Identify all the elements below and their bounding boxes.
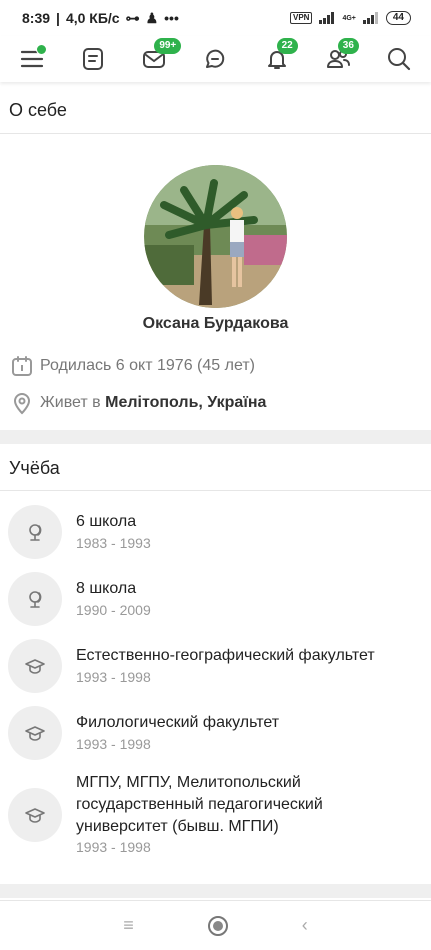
avatar[interactable] <box>144 165 287 308</box>
edu-name: МГПУ, МГПУ, Мелитопольский государственн… <box>76 774 323 835</box>
edu-icon-wrapper <box>8 706 62 760</box>
section-gap <box>0 884 431 898</box>
home-icon <box>212 920 223 931</box>
chat-icon <box>206 49 225 68</box>
status-more: ••• <box>164 10 179 26</box>
edu-years: 1993 - 1998 <box>76 669 151 685</box>
person-icon: ♟ <box>145 9 159 26</box>
location-prefix: Живет в <box>40 394 106 411</box>
feed-button[interactable] <box>75 41 111 77</box>
education-item-3[interactable]: Филологический факультет 1993 - 1998 <box>0 706 431 766</box>
status-right: VPN 4G+ 44 <box>289 11 411 25</box>
messages-badge: 99+ <box>154 38 182 54</box>
graduation-cap-icon <box>25 659 45 674</box>
status-speed: 4,0 КБ/с <box>65 10 120 26</box>
back-icon[interactable]: ‹ <box>302 915 308 936</box>
school-icon <box>29 591 42 608</box>
education-item-4[interactable]: МГПУ, МГПУ, Мелитопольский государственн… <box>0 772 431 862</box>
edu-years: 1983 - 1993 <box>76 535 151 551</box>
birthdate-text: Родилась 6 окт 1976 (45 лет) <box>40 357 255 374</box>
friends-button[interactable]: 36 <box>320 38 359 77</box>
edu-name: Естественно-географический факультет <box>76 647 375 664</box>
discussions-button[interactable] <box>197 41 233 77</box>
home-button[interactable] <box>207 915 228 936</box>
signal-icon <box>319 12 335 24</box>
edu-icon-wrapper <box>8 572 62 626</box>
edu-years: 1993 - 1998 <box>76 736 151 752</box>
edu-name: 6 школа <box>76 513 137 530</box>
location-row: Живет в Мелітополь, Україна <box>10 391 266 415</box>
top-toolbar: 99+ 22 36 <box>0 36 431 82</box>
avatar-photo <box>144 165 287 308</box>
section-gap <box>0 430 431 444</box>
network-type: 4G+ <box>342 14 356 22</box>
system-nav-bar: ≡ ‹ <box>0 900 431 950</box>
calendar-icon <box>12 356 32 376</box>
edu-name: 8 школа <box>76 580 137 597</box>
recents-icon[interactable]: ≡ <box>123 915 134 936</box>
education-item-1[interactable]: 8 школа 1990 - 2009 <box>0 572 431 632</box>
profile-name: Оксана Бурдакова <box>142 315 289 332</box>
school-icon <box>29 524 42 541</box>
notifications-badge: 22 <box>276 38 298 54</box>
status-time: 8:39 <box>22 10 51 26</box>
location-city[interactable]: Мелітополь, Україна <box>105 394 266 411</box>
location-text: Живет в Мелітополь, Україна <box>40 394 266 412</box>
education-item-0[interactable]: 6 школа 1983 - 1993 <box>0 505 431 565</box>
education-item-2[interactable]: Естественно-географический факультет 199… <box>0 639 431 699</box>
location-pin-icon <box>13 393 31 415</box>
notifications-button[interactable]: 22 <box>259 38 298 77</box>
search-button[interactable] <box>381 41 417 77</box>
key-icon: ⊶ <box>125 9 140 26</box>
edu-icon-wrapper <box>8 639 62 693</box>
friends-badge: 36 <box>337 38 359 54</box>
menu-dot <box>36 44 47 55</box>
graduation-cap-icon <box>25 808 45 823</box>
status-bar: 8:39 | 4,0 КБ/с ⊶ ♟ ••• VPN 4G+ 44 <box>0 0 431 36</box>
feed-icon <box>83 48 104 70</box>
graduation-cap-icon <box>25 726 45 741</box>
about-section-title: О себе <box>9 100 67 120</box>
messages-button[interactable]: 99+ <box>136 38 182 77</box>
divider <box>0 133 431 134</box>
vpn-indicator: VPN <box>289 12 313 24</box>
edu-icon-wrapper <box>8 505 62 559</box>
battery-indicator: 44 <box>385 11 411 25</box>
search-icon <box>387 48 411 71</box>
divider <box>0 490 431 491</box>
edu-years: 1993 - 1998 <box>76 839 151 855</box>
signal-icon-2 <box>362 12 378 24</box>
education-section-title: Учёба <box>9 458 60 478</box>
status-left: 8:39 | 4,0 КБ/с ⊶ ♟ ••• <box>22 9 179 27</box>
menu-button[interactable] <box>14 41 50 77</box>
edu-icon-wrapper <box>8 788 62 842</box>
birthdate-row: Родилась 6 окт 1976 (45 лет) <box>10 354 255 378</box>
edu-name: Филологический факультет <box>76 714 280 731</box>
edu-years: 1990 - 2009 <box>76 602 151 618</box>
